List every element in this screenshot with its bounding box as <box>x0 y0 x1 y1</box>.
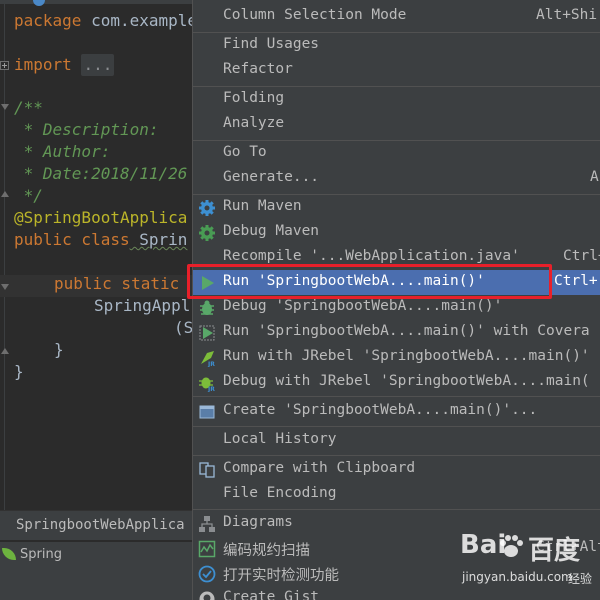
maven-debug-icon <box>199 225 215 241</box>
code-line-package: package com.example <box>14 11 192 30</box>
code-line-spring-run: SpringAppl <box>94 296 191 315</box>
code-line-annotation: @SpringBootApplica <box>14 208 188 227</box>
menu-separator <box>193 455 600 456</box>
menu-item-file-encoding[interactable]: File Encoding <box>193 482 600 507</box>
menu-item-local-history[interactable]: Local History <box>193 428 600 453</box>
code-line-author: * Author: <box>14 142 111 161</box>
code-line-main-method: public static <box>54 274 180 293</box>
annotation-highlight-box <box>187 264 552 299</box>
structure-breadcrumb[interactable]: SpringbootWebApplica <box>0 510 192 540</box>
class-file-icon <box>33 0 45 6</box>
menu-item-run-maven[interactable]: Run Maven <box>193 195 600 220</box>
method-fold-end-icon[interactable] <box>1 348 9 354</box>
breadcrumb-class-name[interactable]: SpringbootWebApplica <box>16 517 185 533</box>
code-line-comment-start: /** <box>14 98 43 117</box>
code-line-comment-end: */ <box>14 186 43 205</box>
realtime-check-icon <box>198 565 216 583</box>
editor-tab-strip <box>0 0 192 4</box>
baidu-paw-icon <box>500 535 523 557</box>
watermark-subtitle: 经验 <box>568 572 593 586</box>
svg-text:JR: JR <box>207 361 215 367</box>
coverage-icon <box>199 325 215 341</box>
github-icon <box>199 591 215 600</box>
fold-expand-icon[interactable] <box>0 61 9 70</box>
menu-item-folding[interactable]: Folding <box>193 87 600 112</box>
menu-item-run-jrebel[interactable]: JR Run with JRebel 'SpringbootWebA....ma… <box>193 345 600 370</box>
code-line-args: (S <box>174 318 192 337</box>
menu-item-generate[interactable]: Generate... A <box>193 166 600 191</box>
code-line-date: * Date:2018/11/26 <box>14 164 188 183</box>
code-line-method-close: } <box>54 340 64 359</box>
compare-icon <box>199 462 215 478</box>
jrebel-run-icon: JR <box>201 351 215 367</box>
svg-text:JR: JR <box>207 386 215 392</box>
debug-icon <box>200 300 214 315</box>
menu-item-column-selection-mode[interactable]: Column Selection Mode Alt+Shi <box>193 4 600 29</box>
code-line-import: import ... <box>14 54 115 76</box>
code-line-class-close: } <box>14 362 24 381</box>
menu-item-compare-clipboard[interactable]: Compare with Clipboard <box>193 457 600 482</box>
menu-item-refactor[interactable]: Refactor <box>193 58 600 83</box>
maven-gear-icon <box>199 200 215 216</box>
menu-item-create-run-config[interactable]: Create 'SpringbootWebA....main()'... <box>193 399 600 424</box>
watermark-brand-right: 百度 <box>528 536 581 566</box>
menu-item-find-usages[interactable]: Find Usages <box>193 33 600 58</box>
spring-tool-label[interactable]: Spring <box>20 547 62 562</box>
menu-separator <box>193 426 600 427</box>
menu-item-debug-maven[interactable]: Debug Maven <box>193 220 600 245</box>
editor-context-menu: Column Selection Mode Alt+Shi Find Usage… <box>192 0 600 600</box>
watermark-site: jingyan.baidu.com <box>462 570 573 584</box>
run-config-icon <box>199 405 215 419</box>
diagram-icon <box>199 516 215 532</box>
spring-leaf-icon <box>2 548 16 560</box>
menu-item-debug-jrebel[interactable]: JR Debug with JRebel 'SpringbootWebA....… <box>193 370 600 395</box>
fold-end-icon[interactable] <box>1 191 9 197</box>
menu-item-go-to[interactable]: Go To <box>193 141 600 166</box>
jrebel-debug-icon: JR <box>199 377 215 392</box>
editor-gutter <box>4 0 5 510</box>
spring-tool-window[interactable]: Spring <box>0 541 192 600</box>
baidu-jingyan-watermark: Bai 百度 jingyan.baidu.com 经验 <box>460 530 600 590</box>
menu-item-run-with-coverage[interactable]: Run 'SpringbootWebA....main()' with Cove… <box>193 320 600 345</box>
menu-item-analyze[interactable]: Analyze <box>193 112 600 137</box>
fold-collapse-icon[interactable] <box>1 104 9 110</box>
menu-separator <box>193 396 600 397</box>
code-scan-icon <box>198 540 216 558</box>
code-editor[interactable]: package com.example import ... /** * Des… <box>0 0 192 510</box>
method-fold-icon[interactable] <box>1 284 9 290</box>
code-line-description: * Description: <box>14 120 159 139</box>
menu-separator <box>193 509 600 510</box>
folded-imports[interactable]: ... <box>81 54 115 76</box>
code-line-class-decl: public class Sprin <box>14 230 188 249</box>
